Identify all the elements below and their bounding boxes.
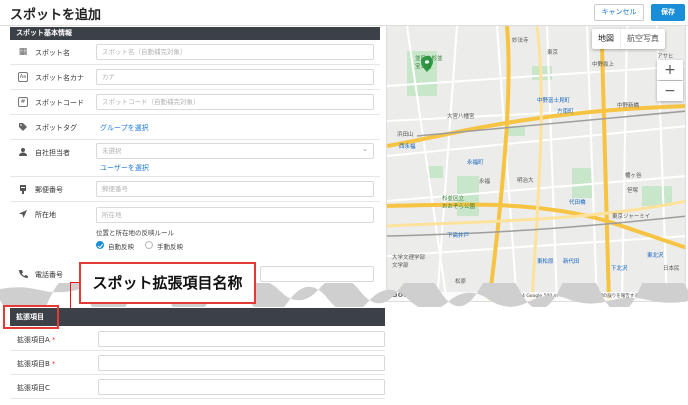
auto-reflect-radio[interactable]	[96, 241, 104, 249]
map-label: 明治大	[517, 178, 534, 184]
map-label: 東京ジャーミイ	[612, 214, 651, 220]
zoom-in-button[interactable]: +	[657, 60, 683, 80]
map-label: 永福	[479, 179, 491, 185]
postbox-icon	[18, 184, 28, 194]
manual-reflect-radio[interactable]	[145, 241, 153, 249]
map-label: おおぞら公園	[442, 204, 476, 210]
address-row: 所在地 所在地 位置と所在地の反映ルール 自動反映 手動反映	[10, 202, 380, 257]
reflect-rule-label: 位置と所在地の反映ルール	[96, 229, 174, 237]
map-label: 大宮八幡宮	[447, 114, 475, 120]
ext-section-header: 拡張項目	[10, 308, 385, 326]
map-label: 笹塚	[627, 188, 639, 194]
spot-kana-row: Aa スポット名カナ カナ	[10, 65, 380, 90]
map-label: 方南町	[557, 109, 574, 115]
spot-kana-input[interactable]: カナ	[96, 69, 374, 85]
map-label: 日本民	[663, 266, 680, 272]
ext-input-b[interactable]	[98, 355, 385, 371]
map-label: 杉並区立	[442, 196, 465, 202]
location-arrow-icon	[18, 209, 28, 219]
auto-reflect-label: 自動反映	[108, 243, 134, 251]
phone-input[interactable]	[260, 266, 374, 282]
map-label: 中野富士見町	[537, 98, 571, 104]
ext-input-a[interactable]	[98, 331, 385, 347]
select-user-link[interactable]: ユーザーを選択	[100, 163, 149, 173]
users-icon	[18, 147, 28, 157]
ext-row-b: 拡張項目B *	[10, 352, 385, 375]
ext-label-b: 拡張項目B *	[17, 360, 56, 368]
ext-label-c: 拡張項目C	[17, 384, 50, 392]
text-icon: Aa	[18, 72, 28, 82]
map-label: 下北沢	[611, 266, 628, 272]
spot-code-input[interactable]: スポットコード（自動補完対象）	[96, 94, 374, 110]
cancel-button[interactable]: キャンセル	[594, 4, 644, 21]
phone-icon	[18, 269, 28, 279]
postal-label: 郵便番号	[35, 186, 63, 194]
map-label: 大学文理学部	[392, 255, 426, 261]
phone-label: 電話番号	[35, 271, 63, 279]
map-label: 東京	[547, 50, 559, 56]
map-label: 宝公園	[415, 64, 432, 70]
map-label: 幡ヶ谷	[625, 173, 642, 179]
spot-tag-label: スポットタグ	[35, 124, 77, 132]
callout-connector	[70, 282, 71, 308]
map-label: 中野新橋	[617, 103, 640, 109]
tag-icon	[18, 122, 28, 132]
highlight-box	[3, 305, 59, 329]
map-label: 永福町	[467, 160, 484, 166]
map-label: 新代田	[563, 259, 580, 265]
chevron-down-icon[interactable]: ⌄	[362, 145, 368, 153]
map-label: 浜田山	[397, 132, 414, 138]
ext-label-a: 拡張項目A *	[17, 336, 56, 344]
map-label: 東北沢	[647, 253, 664, 259]
spot-kana-label: スポット名カナ	[35, 74, 84, 82]
save-button[interactable]: 保存	[651, 4, 685, 21]
map-type-tabs: 地図 航空写真	[592, 29, 665, 49]
map-label: 並区立杉並	[415, 56, 443, 62]
spot-name-input[interactable]: スポット名（自動補完対象）	[96, 44, 374, 60]
select-group-link[interactable]: グループを選択	[100, 123, 149, 133]
postal-row: 郵便番号 郵便番号	[10, 177, 380, 202]
manual-reflect-label: 手動反映	[157, 243, 183, 251]
address-input[interactable]: 所在地	[96, 207, 374, 223]
hash-icon: #	[18, 97, 28, 107]
map[interactable]: 地図 航空写真 + − 妙法寺 並区立杉並 宝公園 東京 中野坂上 中野富士見町…	[386, 25, 686, 302]
address-label: 所在地	[35, 211, 56, 219]
basic-section-header: スポット基本情報	[10, 27, 380, 40]
tab-aerial[interactable]: 航空写真	[620, 29, 665, 49]
spot-code-row: # スポットコード スポットコード（自動補完対象）	[10, 90, 380, 115]
ext-row-a: 拡張項目A *	[10, 328, 385, 351]
ext-input-c[interactable]	[98, 379, 385, 395]
annotation-callout: スポット拡張項目名称	[79, 262, 256, 304]
map-label: アサヒ	[657, 54, 674, 60]
spot-code-label: スポットコード	[35, 99, 84, 107]
spot-name-row: ▦ スポット名 スポット名（自動補完対象）	[10, 40, 380, 65]
map-label: 文学部	[392, 263, 409, 269]
building-icon: ▦	[18, 47, 28, 57]
map-label: 東松原	[537, 259, 554, 265]
map-label: 下高井戸	[447, 233, 470, 239]
map-label: 代田橋	[569, 200, 586, 206]
zoom-out-button[interactable]: −	[657, 81, 683, 101]
postal-input[interactable]: 郵便番号	[96, 181, 374, 197]
tab-map[interactable]: 地図	[592, 29, 620, 49]
spot-name-label: スポット名	[35, 49, 70, 57]
owner-label: 自社担当者	[35, 149, 70, 157]
map-label: 中野坂上	[592, 62, 615, 68]
spot-tag-row: スポットタグ グループを選択	[10, 115, 380, 140]
ext-row-c: 拡張項目C	[10, 376, 385, 399]
map-label: 妙法寺	[512, 38, 529, 44]
owner-row: 自社担当者 未選択 ⌄ ユーザーを選択	[10, 140, 380, 177]
owner-select[interactable]: 未選択	[96, 143, 374, 159]
page-title: スポットを追加	[10, 8, 102, 23]
map-label: 西永福	[399, 144, 416, 150]
